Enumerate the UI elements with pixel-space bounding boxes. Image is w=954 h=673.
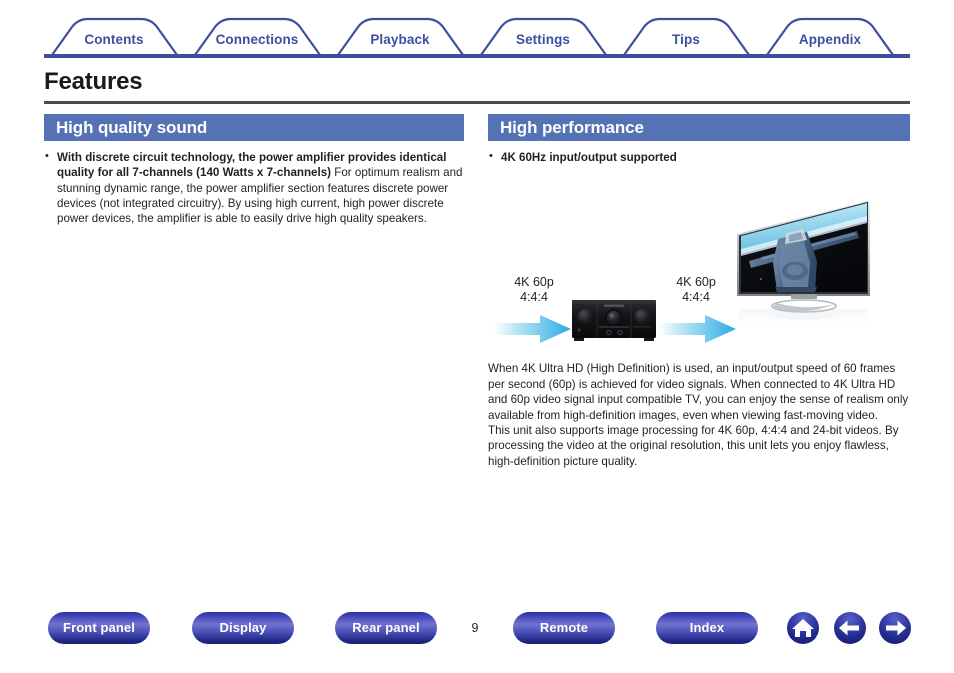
body-paragraph-2: This unit also supports image processing… bbox=[488, 423, 899, 468]
button-remote[interactable]: Remote bbox=[513, 612, 615, 644]
button-front-panel[interactable]: Front panel bbox=[48, 612, 150, 644]
tab-connections[interactable]: Connections bbox=[207, 32, 307, 47]
signal-arrow-output-icon bbox=[659, 315, 736, 344]
page-number: 9 bbox=[471, 621, 479, 635]
bullet-heading-text: 4K 60Hz input/output supported bbox=[501, 151, 677, 164]
right-column: High performance 4K 60Hz input/output su… bbox=[488, 114, 910, 469]
section-header-high-quality-sound: High quality sound bbox=[44, 114, 464, 141]
tab-bar-shapes bbox=[44, 17, 910, 58]
top-tab-bar: Contents Connections Playback Settings T… bbox=[0, 0, 954, 62]
tab-playback[interactable]: Playback bbox=[350, 32, 450, 47]
button-rear-panel[interactable]: Rear panel bbox=[335, 612, 437, 644]
tab-appendix[interactable]: Appendix bbox=[780, 32, 880, 47]
forward-button[interactable] bbox=[879, 612, 911, 644]
input-signal-line1: 4K 60p bbox=[514, 275, 554, 290]
arrow-left-icon bbox=[839, 620, 859, 636]
body-paragraph-1: When 4K Ultra HD (High Definition) is us… bbox=[488, 362, 909, 422]
page-title: Features bbox=[44, 68, 143, 95]
home-icon bbox=[792, 619, 814, 637]
right-column-body: When 4K Ultra HD (High Definition) is us… bbox=[488, 361, 910, 469]
button-index[interactable]: Index bbox=[656, 612, 758, 644]
back-button[interactable] bbox=[834, 612, 866, 644]
arrow-right-icon bbox=[886, 620, 906, 636]
bullet-4k-support: 4K 60Hz input/output supported bbox=[488, 149, 910, 165]
signal-flow-diagram: 4K 60p 4:4:4 4K 60p 4:4:4 bbox=[488, 189, 910, 344]
output-signal-label: 4K 60p 4:4:4 bbox=[658, 275, 734, 305]
left-column: High quality sound With discrete circuit… bbox=[44, 114, 464, 226]
bullet-high-quality-sound: With discrete circuit technology, the po… bbox=[44, 149, 464, 226]
title-divider bbox=[44, 101, 910, 104]
tab-settings[interactable]: Settings bbox=[493, 32, 593, 47]
output-signal-line2: 4:4:4 bbox=[682, 290, 710, 305]
av-receiver-illustration bbox=[572, 300, 656, 342]
input-signal-label: 4K 60p 4:4:4 bbox=[496, 275, 572, 305]
tab-tips[interactable]: Tips bbox=[636, 32, 736, 47]
signal-arrow-input-icon bbox=[494, 315, 571, 344]
home-button[interactable] bbox=[787, 612, 819, 644]
tab-bar-baseline bbox=[44, 54, 910, 58]
button-display[interactable]: Display bbox=[192, 612, 294, 644]
input-signal-line2: 4:4:4 bbox=[520, 290, 548, 305]
section-header-high-performance: High performance bbox=[488, 114, 910, 141]
tab-contents[interactable]: Contents bbox=[64, 32, 164, 47]
output-signal-line1: 4K 60p bbox=[676, 275, 716, 290]
television-illustration bbox=[737, 200, 870, 333]
footer-navigation: Front panel Display Rear panel 9 Remote … bbox=[0, 612, 954, 673]
